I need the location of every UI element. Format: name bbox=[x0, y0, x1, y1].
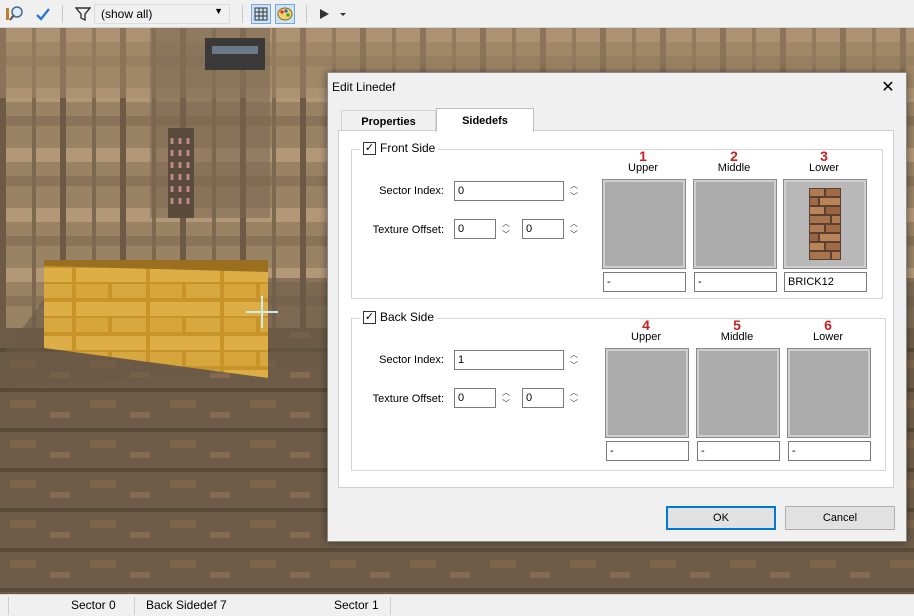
grid-icon bbox=[254, 7, 268, 21]
back-side-label: Back Side bbox=[380, 310, 435, 324]
front-upper-texture-preview[interactable] bbox=[602, 179, 686, 269]
tab-label: Properties bbox=[361, 115, 416, 128]
back-upper-texture-preview[interactable] bbox=[605, 348, 689, 438]
chevron-down-icon: ﹀ bbox=[570, 361, 578, 370]
front-sector-index-field[interactable] bbox=[454, 181, 564, 201]
edit-linedef-dialog: Edit Linedef ✕ Properties Sidedefs ✓ Fro… bbox=[327, 72, 907, 542]
chevron-down-icon: ﹀ bbox=[570, 192, 578, 201]
back-texture-offset-label: Texture Offset: bbox=[372, 393, 444, 405]
filter-button[interactable] bbox=[72, 4, 94, 24]
front-offset-y-spinner[interactable]: ︿ ﹀ bbox=[568, 218, 580, 240]
front-offset-y-field[interactable] bbox=[522, 219, 564, 239]
front-lower-texture-field[interactable] bbox=[784, 272, 867, 292]
ok-label: OK bbox=[713, 512, 729, 524]
back-offset-y-spinner[interactable]: ︿ ﹀ bbox=[568, 387, 580, 409]
filter-value: (show all) bbox=[101, 7, 153, 21]
status-back-sidedef: Back Sidedef 7 bbox=[146, 598, 227, 612]
dialog-title: Edit Linedef bbox=[332, 80, 396, 94]
front-lower-texture-preview[interactable] bbox=[783, 179, 867, 269]
close-button[interactable]: ✕ bbox=[870, 73, 906, 101]
status-divider bbox=[390, 597, 391, 615]
cancel-label: Cancel bbox=[822, 512, 858, 524]
back-offset-x-spinner[interactable]: ︿ ﹀ bbox=[500, 387, 512, 409]
tab-sidedefs[interactable]: Sidedefs bbox=[436, 108, 534, 132]
close-icon: ✕ bbox=[881, 79, 895, 96]
back-lower-texture-preview[interactable] bbox=[787, 348, 871, 438]
tab-label: Sidedefs bbox=[462, 114, 508, 127]
status-divider bbox=[8, 597, 9, 615]
back-upper-caption: Upper bbox=[631, 331, 661, 343]
play-icon bbox=[320, 9, 346, 19]
front-upper-texture-field[interactable] bbox=[603, 272, 686, 292]
back-side-legend: ✓ Back Side bbox=[360, 310, 438, 324]
ok-button[interactable]: OK bbox=[666, 506, 776, 530]
chevron-down-icon: ﹀ bbox=[570, 230, 578, 239]
toolbar-separator bbox=[306, 5, 307, 23]
front-middle-texture-preview[interactable] bbox=[693, 179, 777, 269]
back-lower-texture-field[interactable] bbox=[788, 441, 871, 461]
chevron-down-icon: ﹀ bbox=[502, 230, 510, 239]
toolbar-separator bbox=[62, 5, 63, 23]
back-offset-y-field[interactable] bbox=[522, 388, 564, 408]
front-sector-index-spinner[interactable]: ︿ ﹀ bbox=[568, 180, 580, 202]
front-middle-texture-field[interactable] bbox=[694, 272, 777, 292]
cancel-button[interactable]: Cancel bbox=[785, 506, 895, 530]
tab-properties[interactable]: Properties bbox=[341, 110, 436, 132]
grid-toggle-button[interactable] bbox=[251, 4, 271, 24]
front-upper-caption: Upper bbox=[628, 162, 658, 174]
status-divider bbox=[134, 597, 135, 615]
back-lower-caption: Lower bbox=[813, 331, 843, 343]
back-middle-caption: Middle bbox=[720, 331, 754, 343]
filter-icon bbox=[75, 7, 91, 22]
filter-dropdown[interactable]: (show all) ▼ bbox=[94, 4, 230, 24]
back-offset-x-field[interactable] bbox=[454, 388, 496, 408]
zoom-icon bbox=[6, 6, 23, 21]
chevron-down-icon: ﹀ bbox=[502, 399, 510, 408]
status-front-sector: Sector 0 bbox=[71, 598, 116, 612]
back-sector-index-field[interactable] bbox=[454, 350, 564, 370]
checkmark-icon bbox=[36, 8, 50, 21]
back-sector-index-label: Sector Index: bbox=[379, 354, 444, 366]
front-side-label: Front Side bbox=[380, 141, 436, 155]
front-texture-offset-label: Texture Offset: bbox=[372, 224, 444, 236]
texture-toggle-button[interactable] bbox=[275, 4, 295, 24]
front-offset-x-field[interactable] bbox=[454, 219, 496, 239]
chevron-up-icon: ︿ bbox=[502, 388, 510, 397]
chevron-up-icon: ︿ bbox=[570, 350, 578, 359]
back-side-checkbox[interactable]: ✓ bbox=[363, 310, 376, 324]
dropdown-arrow-icon: ▼ bbox=[214, 6, 223, 16]
back-side-group: ✓ Back Side Sector Index: ︿﹀ Texture Off… bbox=[351, 310, 886, 471]
status-back-sector: Sector 1 bbox=[334, 598, 379, 612]
chevron-up-icon: ︿ bbox=[570, 388, 578, 397]
sidedefs-panel: ✓ Front Side Sector Index: ︿﹀ Texture Of… bbox=[338, 130, 894, 488]
chevron-up-icon: ︿ bbox=[570, 181, 578, 190]
palette-icon bbox=[277, 7, 293, 21]
toolbar: (show all) ▼ bbox=[0, 0, 914, 28]
chevron-up-icon: ︿ bbox=[502, 219, 510, 228]
front-sector-index-label: Sector Index: bbox=[379, 185, 444, 197]
apply-button[interactable] bbox=[32, 4, 54, 24]
test-map-button[interactable] bbox=[314, 4, 348, 24]
chevron-down-icon: ﹀ bbox=[570, 399, 578, 408]
front-middle-caption: Middle bbox=[717, 162, 751, 174]
back-middle-texture-preview[interactable] bbox=[696, 348, 780, 438]
toolbar-separator bbox=[242, 5, 243, 23]
front-offset-x-spinner[interactable]: ︿ ﹀ bbox=[500, 218, 512, 240]
status-bar: Sector 0 Back Sidedef 7 Sector 1 bbox=[0, 594, 914, 616]
front-side-checkbox[interactable]: ✓ bbox=[363, 141, 376, 155]
back-upper-texture-field[interactable] bbox=[606, 441, 689, 461]
front-lower-caption: Lower bbox=[809, 162, 839, 174]
chevron-up-icon: ︿ bbox=[570, 219, 578, 228]
brick-texture-image bbox=[786, 182, 864, 266]
front-side-legend: ✓ Front Side bbox=[360, 141, 439, 155]
back-sector-index-spinner[interactable]: ︿ ﹀ bbox=[568, 349, 580, 371]
zoom-tool-button[interactable] bbox=[2, 4, 28, 24]
back-middle-texture-field[interactable] bbox=[697, 441, 780, 461]
front-side-group: ✓ Front Side Sector Index: ︿﹀ Texture Of… bbox=[351, 141, 883, 299]
